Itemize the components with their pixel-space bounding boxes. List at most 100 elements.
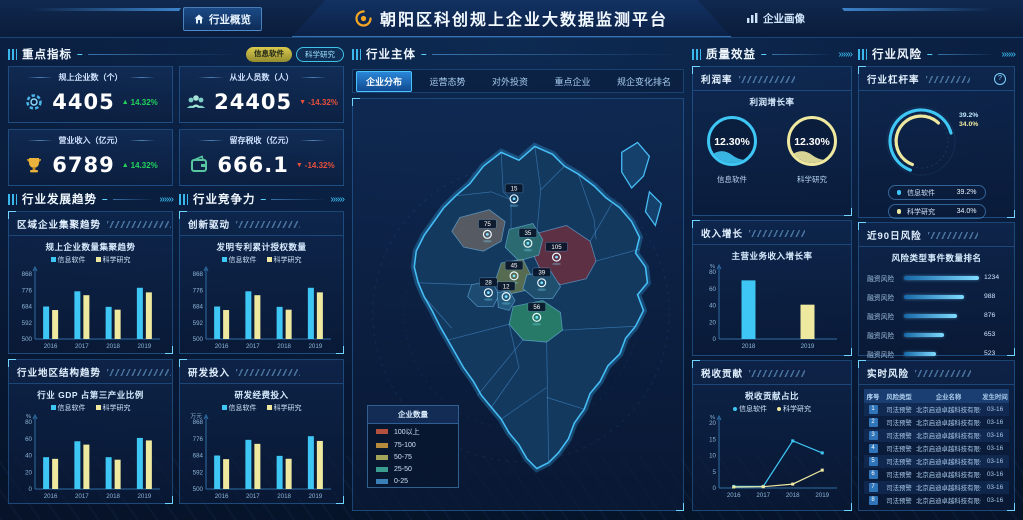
table-row[interactable]: 6司法预警北京启迪卓越科技有限公司03-16 [864, 468, 1009, 481]
table-row[interactable]: 1司法预警北京启迪卓越科技有限公司03-16 [864, 403, 1009, 416]
svg-text:2016: 2016 [215, 343, 229, 350]
section-key-indicators: 重点指标 – 信息软件科学研究 [8, 46, 344, 62]
svg-text:35: 35 [524, 230, 531, 237]
profit-gauges: 12.30%信息软件12.30%科学研究 [693, 112, 851, 185]
svg-text:2017: 2017 [246, 493, 260, 500]
svg-text:2019: 2019 [801, 343, 815, 350]
nav-industry-overview[interactable]: 行业概览 [183, 7, 262, 31]
more-arrow-icon[interactable]: »»» [159, 194, 173, 205]
risk-rank-bars: 融资风险1234融资风险988融资风险876融资风险653融资风险523 [859, 264, 1014, 363]
table-row[interactable]: 5司法预警北京启迪卓越科技有限公司03-16 [864, 455, 1009, 468]
indicator-pills: 信息软件科学研究 [242, 47, 344, 62]
svg-text:500: 500 [193, 486, 204, 493]
chart-title: 税收贡献占比 [693, 390, 851, 402]
table-row[interactable]: 7司法预警北京启迪卓越科技有限公司03-16 [864, 481, 1009, 494]
svg-text:80: 80 [709, 269, 716, 276]
nav-enterprise-profile-label: 企业画像 [763, 11, 805, 26]
help-icon[interactable]: ? [994, 73, 1006, 85]
chart-title: 发明专利累计授权数量 [180, 241, 343, 253]
section-line [938, 54, 997, 55]
more-arrow-icon[interactable]: »»» [838, 49, 852, 60]
leverage-legend-item: 信息软件39.2% [888, 185, 986, 200]
deco-beam-left [29, 8, 181, 11]
indicator-value: 666.1 [217, 153, 288, 177]
arrow-down-icon: ▼ [299, 99, 306, 106]
svg-text:776: 776 [193, 436, 204, 443]
panel-title: 行业杠杆率 [867, 72, 920, 86]
table-row[interactable]: 2司法预警北京启迪卓越科技有限公司03-16 [864, 416, 1009, 429]
indicator-label: 留存税收（亿元） [180, 135, 343, 146]
bar-chart: 5005926847768682016201720182019 [9, 264, 166, 352]
nav-enterprise-profile[interactable]: 企业画像 [737, 7, 815, 29]
svg-text:80: 80 [25, 419, 32, 426]
hatch-deco [926, 76, 970, 83]
svg-text:28: 28 [485, 280, 492, 287]
table-row[interactable]: 8司法预警北京启迪卓越科技有限公司03-16 [864, 494, 1009, 507]
map-legend-item: 0-25 [368, 475, 458, 487]
people-icon [185, 91, 207, 113]
svg-text:684: 684 [22, 304, 33, 311]
indicator-label: 从业人员数（人） [180, 72, 343, 83]
filter-pill[interactable]: 信息软件 [246, 47, 292, 62]
svg-text:0: 0 [713, 485, 717, 492]
section-competitiveness: 行业竞争力 – »»» [179, 191, 344, 207]
hatch-deco [749, 230, 805, 237]
chart-title: 研发经费投入 [180, 389, 343, 401]
indicator-delta: ▼-14.32% [296, 161, 335, 170]
more-arrow-icon[interactable]: »»» [1001, 49, 1015, 60]
tab-规企变化排名[interactable]: 规企变化排名 [608, 72, 680, 91]
gauge-label: 科学研究 [797, 174, 827, 185]
svg-text:12: 12 [503, 283, 510, 290]
svg-text:2019: 2019 [308, 493, 322, 500]
legend-item: 科学研究 [96, 255, 131, 265]
indicator-delta: ▼-14.32% [299, 98, 338, 107]
legend-item: 科学研究 [777, 404, 811, 414]
section-title: 行业发展趋势 [22, 191, 97, 207]
tab-企业分布[interactable]: 企业分布 [356, 71, 412, 92]
svg-text:10: 10 [709, 453, 716, 460]
chart-legend: 信息软件科学研究 [9, 256, 172, 264]
key-indicator-card: 规上企业数（个）4405▲14.32% [8, 66, 173, 123]
svg-text:%: % [710, 264, 715, 270]
svg-text:2019: 2019 [137, 493, 151, 500]
table-row[interactable]: 3司法预警北京启迪卓越科技有限公司03-16 [864, 429, 1009, 442]
tab-重点企业[interactable]: 重点企业 [545, 72, 599, 91]
section-title: 行业风险 [872, 46, 922, 62]
panel-realtime-risk: 实时风险 序号风险类型企业名称发生时间1司法预警北京启迪卓越科技有限公司03-1… [858, 360, 1015, 511]
ring-gauge: 12.30%信息软件 [700, 112, 764, 185]
more-arrow-icon[interactable]: »»» [330, 194, 344, 205]
tab-运营态势[interactable]: 运营态势 [420, 72, 474, 91]
section-title: 行业竞争力 [193, 191, 256, 207]
svg-text:2017: 2017 [75, 493, 89, 500]
tab-对外投资[interactable]: 对外投资 [483, 72, 537, 91]
section-title: 重点指标 [22, 46, 72, 62]
table-row[interactable]: 4司法预警北京启迪卓越科技有限公司03-16 [864, 442, 1009, 455]
wallet-icon [188, 154, 210, 176]
map-panel: 1575351054528123956 企业数量 100以上75-10050-7… [352, 98, 684, 511]
svg-text:60: 60 [25, 436, 32, 443]
chart-legend: 信息软件科学研究 [180, 256, 343, 264]
filter-pill[interactable]: 科学研究 [296, 47, 344, 62]
table-header: 序号风险类型企业名称发生时间 [864, 389, 1009, 403]
line-chart: 05101520%2016201720182019 [693, 413, 843, 501]
svg-text:868: 868 [22, 271, 33, 278]
chart-title: 行业 GDP 占第三产业比例 [9, 389, 172, 401]
legend-item: 信息软件 [222, 255, 257, 265]
chart-title: 规上企业数量集聚趋势 [9, 241, 172, 253]
deco-beam-right [842, 8, 994, 11]
svg-text:2017: 2017 [756, 492, 770, 499]
panel-region-structure: 行业地区结构趋势 行业 GDP 占第三产业比例 信息软件科学研究 0204060… [8, 359, 173, 504]
indicator-value: 24405 [214, 90, 292, 114]
legend-item: 科学研究 [267, 255, 302, 265]
panel-risk-90d: 近90日风险 风险类型事件数量排名 融资风险1234融资风险988融资风险876… [858, 222, 1015, 356]
svg-text:592: 592 [193, 320, 204, 327]
svg-text:2018: 2018 [106, 493, 120, 500]
svg-text:60: 60 [709, 286, 716, 293]
title-banner: 朝阳区科创规上企业大数据监测平台 [292, 0, 732, 37]
map-legend-item: 50-75 [368, 451, 458, 463]
panel-leverage: 行业杠杆率 ? 39.2%34.0% 信息软件39.2%科学研究34.0% [858, 66, 1015, 218]
hatch-deco [236, 221, 300, 228]
bar-chart-icon [747, 13, 758, 23]
indicator-value: 4405 [52, 90, 114, 114]
svg-text:2016: 2016 [727, 492, 741, 499]
